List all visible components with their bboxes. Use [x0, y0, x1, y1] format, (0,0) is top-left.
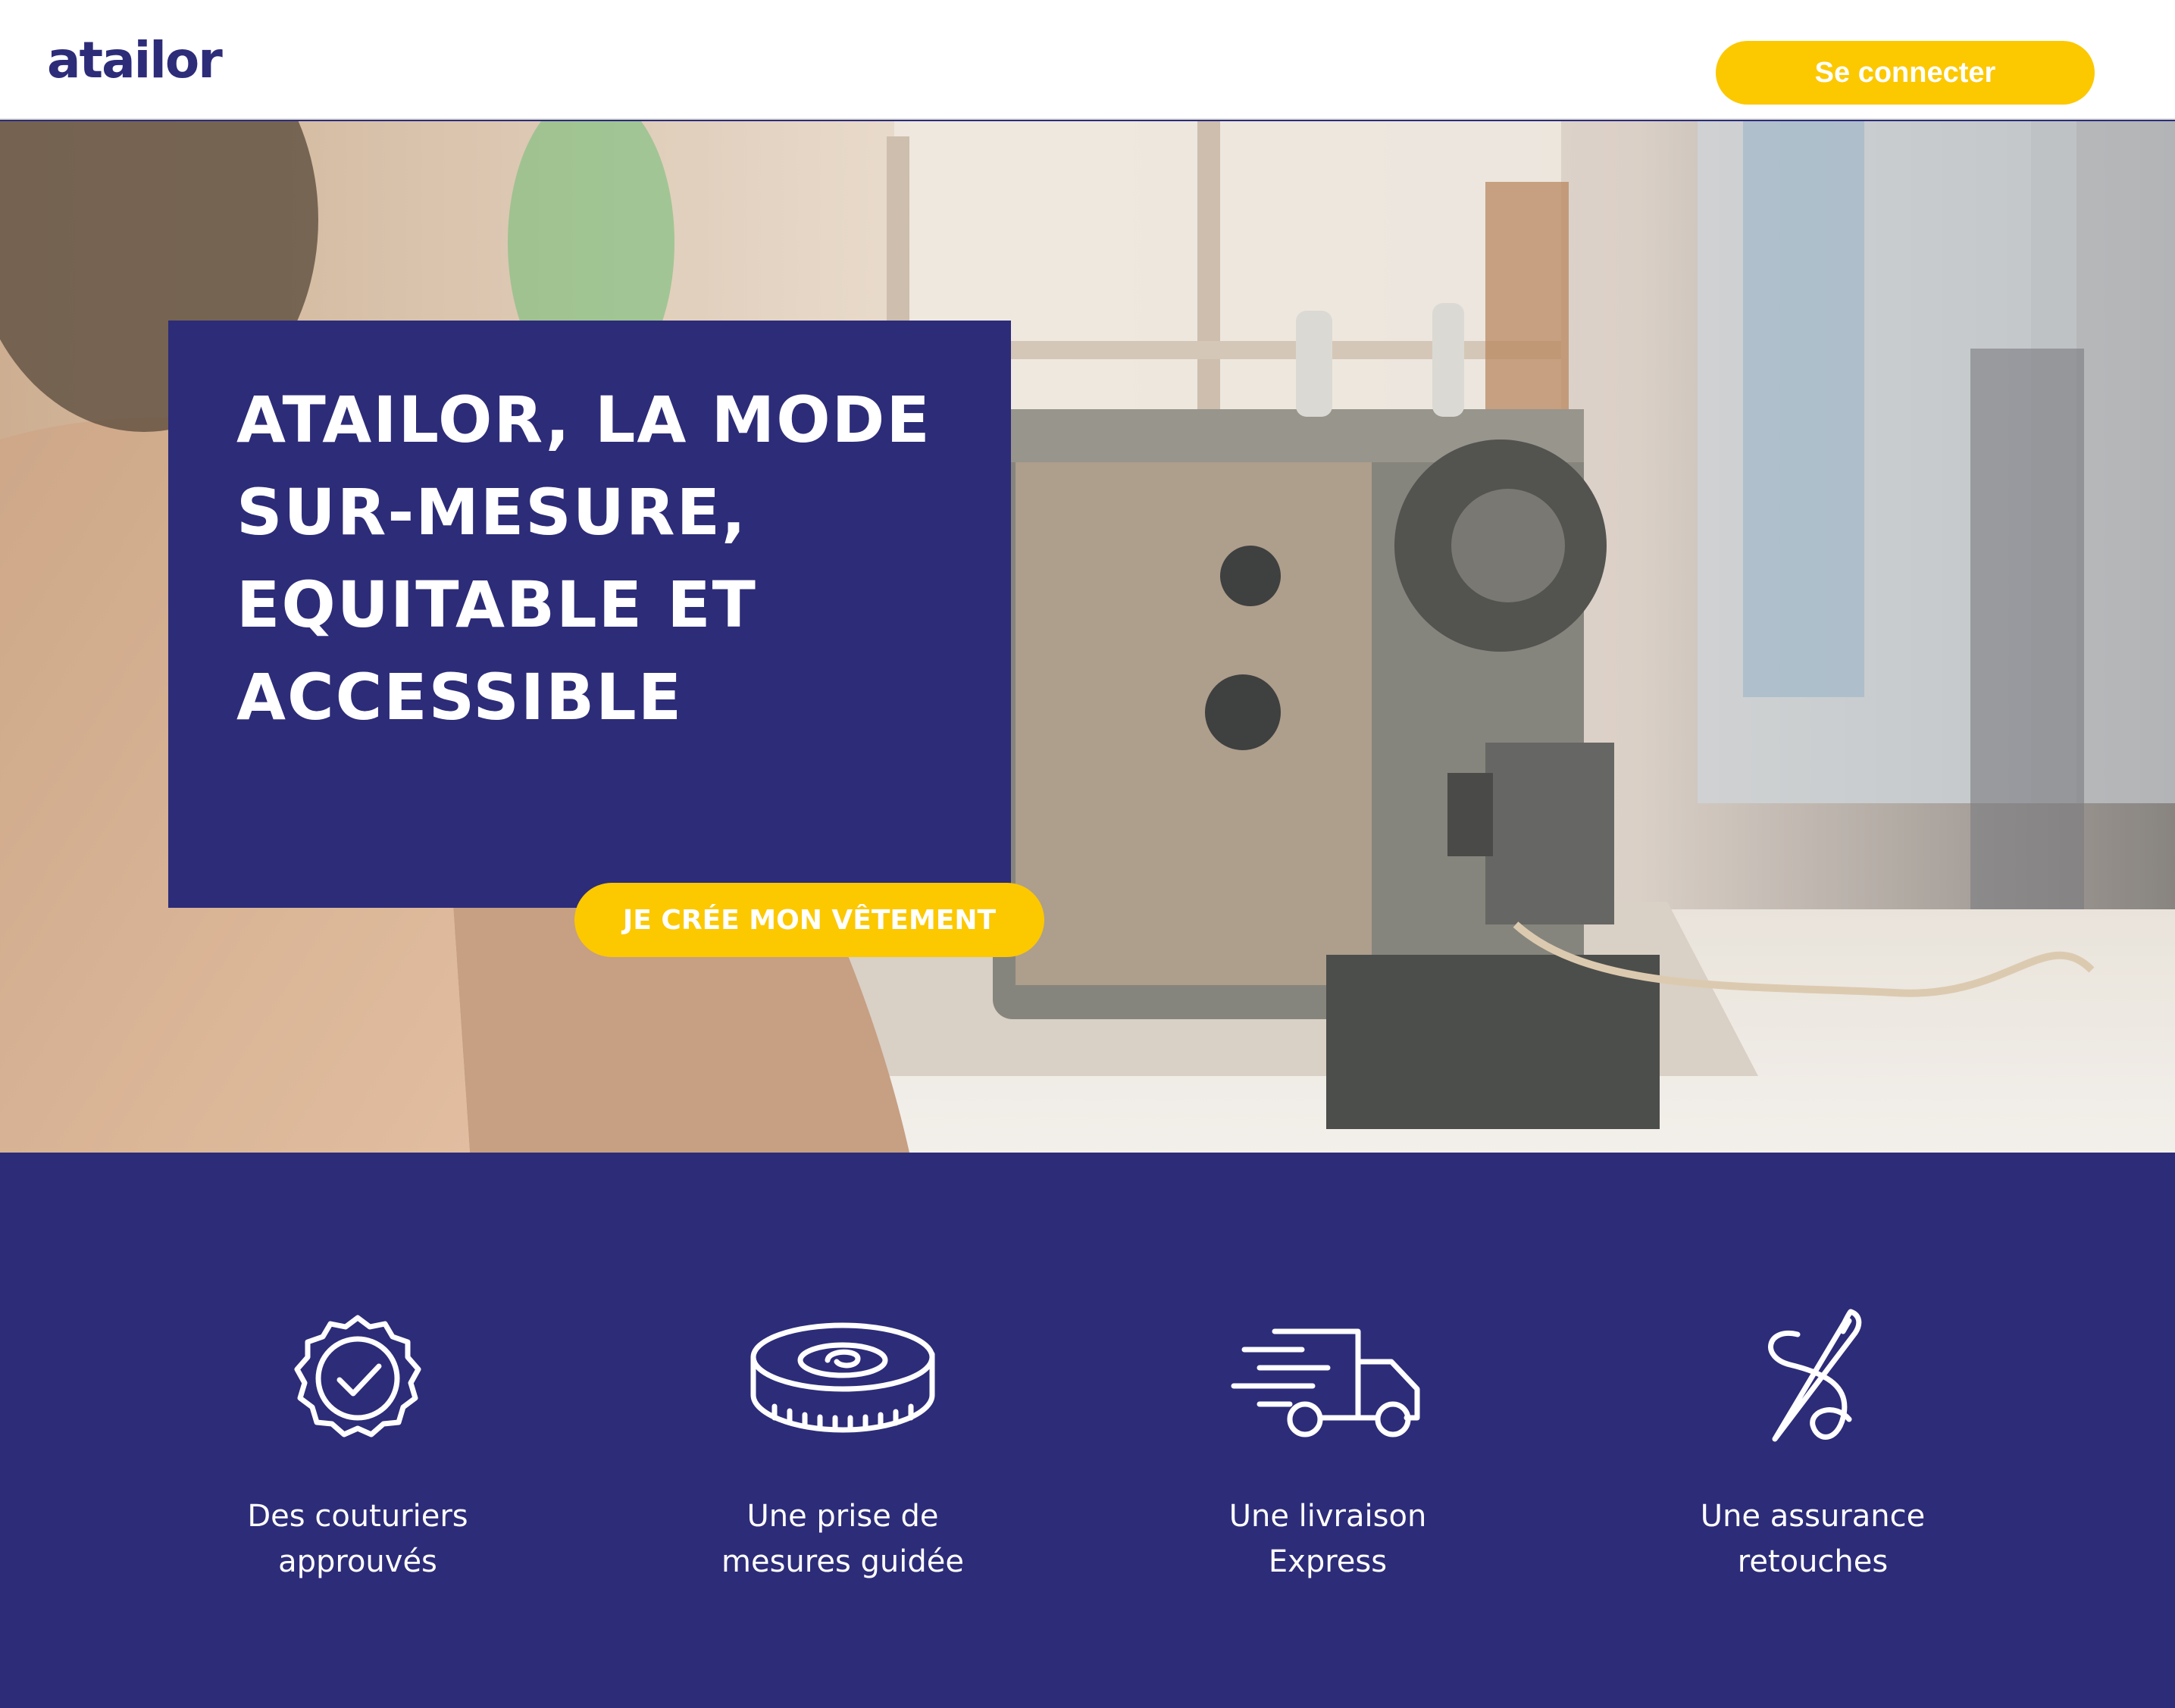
- atailor-logo-mark: atailor: [47, 31, 224, 88]
- login-button[interactable]: Se connecter: [1716, 41, 2095, 105]
- features-section: Des couturiers approuvés Une prise de me…: [0, 1153, 2175, 1708]
- atailor-logo[interactable]: atailor: [47, 27, 236, 88]
- feature-express-delivery: Une livraison Express: [1138, 1304, 1517, 1584]
- feature-approved-tailors: Des couturiers approuvés: [168, 1304, 547, 1584]
- feature-label: Des couturiers approuvés: [247, 1499, 468, 1579]
- hero-title-box: ATAILOR, LA MODE SUR-MESURE, EQUITABLE E…: [168, 321, 1011, 908]
- approved-badge-icon: [294, 1315, 421, 1437]
- delivery-truck-icon: [1231, 1328, 1420, 1437]
- needle-thread-icon: [1768, 1309, 1862, 1442]
- hero-section: ATAILOR, LA MODE SUR-MESURE, EQUITABLE E…: [0, 121, 2175, 1153]
- feature-label: Une assurance retouches: [1700, 1499, 1926, 1579]
- top-navigation-bar: atailor Se connecter: [0, 0, 2175, 120]
- hero-title: ATAILOR, LA MODE SUR-MESURE, EQUITABLE E…: [236, 383, 931, 734]
- feature-guided-measurements: Une prise de mesures guidée: [653, 1304, 1032, 1584]
- logo-text: atailor: [47, 31, 223, 88]
- feature-label: Une prise de mesures guidée: [721, 1499, 964, 1579]
- feature-label: Une livraison Express: [1228, 1499, 1427, 1579]
- feature-alteration-insurance: Une assurance retouches: [1623, 1304, 2002, 1584]
- create-garment-button[interactable]: JE CRÉE MON VÊTEMENT: [574, 883, 1044, 957]
- measuring-tape-icon: [750, 1322, 935, 1433]
